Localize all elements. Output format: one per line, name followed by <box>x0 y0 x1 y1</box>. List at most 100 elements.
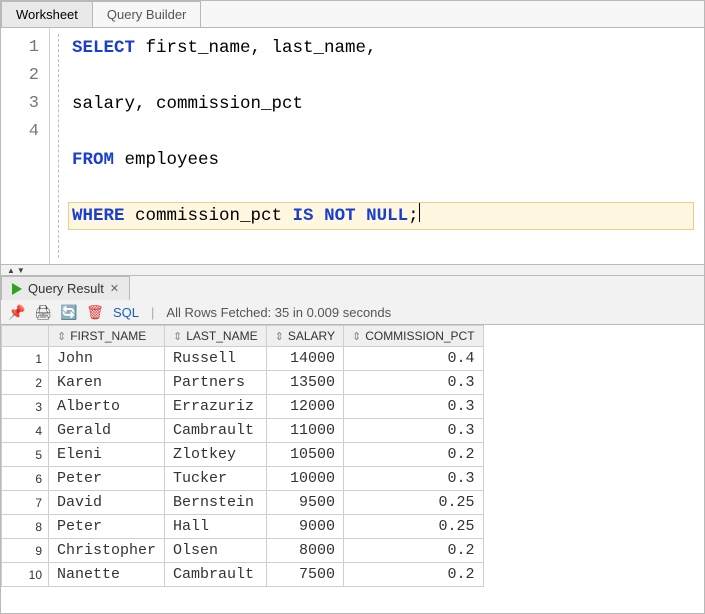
cell[interactable]: 11000 <box>266 419 343 443</box>
result-tabs: Query Result ✕ <box>1 275 704 300</box>
sql-editor[interactable]: 1234 SELECT first_name, last_name, salar… <box>1 28 704 265</box>
column-header[interactable]: ⇕SALARY <box>266 326 343 347</box>
row-number: 2 <box>2 371 49 395</box>
cell[interactable]: Olsen <box>165 539 267 563</box>
close-icon[interactable]: ✕ <box>110 282 119 295</box>
tab-query-builder[interactable]: Query Builder <box>92 1 201 27</box>
cell[interactable]: Russell <box>165 347 267 371</box>
cell[interactable]: 0.3 <box>343 395 483 419</box>
fetch-status: All Rows Fetched: 35 in 0.009 seconds <box>166 305 391 320</box>
table-row[interactable]: 9ChristopherOlsen80000.2 <box>2 539 484 563</box>
code-area[interactable]: SELECT first_name, last_name, salary, co… <box>50 34 704 258</box>
cell[interactable]: Partners <box>165 371 267 395</box>
refresh-icon[interactable]: 🔄 <box>61 304 77 320</box>
cell[interactable]: Cambrault <box>165 419 267 443</box>
code-line[interactable]: FROM employees <box>68 146 694 174</box>
table-row[interactable]: 3AlbertoErrazuriz120000.3 <box>2 395 484 419</box>
row-number: 6 <box>2 467 49 491</box>
line-number: 1 <box>1 34 43 62</box>
text-cursor <box>419 203 421 222</box>
cell[interactable]: 14000 <box>266 347 343 371</box>
splitter-handle-icon: ▲▼ <box>7 266 27 275</box>
result-toolbar: 📌 🖨 🔄 🗑 SQL | All Rows Fetched: 35 in 0.… <box>1 300 704 325</box>
cell[interactable]: 0.2 <box>343 443 483 467</box>
row-number: 7 <box>2 491 49 515</box>
code-line[interactable]: salary, commission_pct <box>68 90 694 118</box>
cell[interactable]: Peter <box>49 467 165 491</box>
cell[interactable]: 9000 <box>266 515 343 539</box>
tab-query-result[interactable]: Query Result ✕ <box>1 276 130 300</box>
cell[interactable]: Peter <box>49 515 165 539</box>
cell[interactable]: 0.3 <box>343 467 483 491</box>
tab-worksheet[interactable]: Worksheet <box>1 1 93 27</box>
cell[interactable]: Gerald <box>49 419 165 443</box>
column-header[interactable]: ⇕FIRST_NAME <box>49 326 165 347</box>
table-row[interactable]: 10NanetteCambrault75000.2 <box>2 563 484 587</box>
rownum-header <box>2 326 49 347</box>
cell[interactable]: Hall <box>165 515 267 539</box>
cell[interactable]: Christopher <box>49 539 165 563</box>
sort-icon: ⇕ <box>57 330 66 343</box>
table-row[interactable]: 1JohnRussell140000.4 <box>2 347 484 371</box>
row-number: 10 <box>2 563 49 587</box>
cell[interactable]: David <box>49 491 165 515</box>
toolbar-separator: | <box>151 305 154 320</box>
cell[interactable]: 10000 <box>266 467 343 491</box>
sort-icon: ⇕ <box>173 330 182 343</box>
table-row[interactable]: 5EleniZlotkey105000.2 <box>2 443 484 467</box>
cell[interactable]: 12000 <box>266 395 343 419</box>
row-number: 4 <box>2 419 49 443</box>
cell[interactable]: 0.3 <box>343 371 483 395</box>
line-number: 2 <box>1 62 43 90</box>
cell[interactable]: Errazuriz <box>165 395 267 419</box>
margin-line <box>58 34 59 258</box>
cell[interactable]: 10500 <box>266 443 343 467</box>
sort-icon: ⇕ <box>352 330 361 343</box>
line-number: 4 <box>1 118 43 146</box>
cell[interactable]: Bernstein <box>165 491 267 515</box>
cell[interactable]: Alberto <box>49 395 165 419</box>
cell[interactable]: Nanette <box>49 563 165 587</box>
result-tab-label: Query Result <box>28 281 104 296</box>
sql-link[interactable]: SQL <box>113 305 139 320</box>
code-line[interactable]: SELECT first_name, last_name, <box>68 34 694 62</box>
row-number: 9 <box>2 539 49 563</box>
cell[interactable]: 0.25 <box>343 515 483 539</box>
table-row[interactable]: 6PeterTucker100000.3 <box>2 467 484 491</box>
row-number: 1 <box>2 347 49 371</box>
code-line[interactable]: WHERE commission_pct IS NOT NULL; <box>68 202 694 230</box>
cell[interactable]: Tucker <box>165 467 267 491</box>
table-row[interactable]: 4GeraldCambrault110000.3 <box>2 419 484 443</box>
line-number: 3 <box>1 90 43 118</box>
app-window: Worksheet Query Builder 1234 SELECT firs… <box>0 0 705 614</box>
cell[interactable]: 0.2 <box>343 539 483 563</box>
print-icon[interactable]: 🖨 <box>35 304 51 320</box>
cell[interactable]: 0.3 <box>343 419 483 443</box>
pane-splitter[interactable]: ▲▼ <box>1 265 704 275</box>
play-icon <box>12 283 22 295</box>
row-number: 8 <box>2 515 49 539</box>
pin-icon[interactable]: 📌 <box>9 304 25 320</box>
column-header[interactable]: ⇕LAST_NAME <box>165 326 267 347</box>
table-row[interactable]: 7DavidBernstein95000.25 <box>2 491 484 515</box>
cell[interactable]: Zlotkey <box>165 443 267 467</box>
cell[interactable]: Eleni <box>49 443 165 467</box>
cell[interactable]: 13500 <box>266 371 343 395</box>
result-grid-wrap[interactable]: ⇕FIRST_NAME⇕LAST_NAME⇕SALARY⇕COMMISSION_… <box>1 325 704 613</box>
cell[interactable]: 0.25 <box>343 491 483 515</box>
cell[interactable]: 0.2 <box>343 563 483 587</box>
column-header[interactable]: ⇕COMMISSION_PCT <box>343 326 483 347</box>
table-row[interactable]: 2KarenPartners135000.3 <box>2 371 484 395</box>
cell[interactable]: John <box>49 347 165 371</box>
row-number: 5 <box>2 443 49 467</box>
cancel-icon[interactable]: 🗑 <box>87 304 103 320</box>
cell[interactable]: Cambrault <box>165 563 267 587</box>
cell[interactable]: 8000 <box>266 539 343 563</box>
cell[interactable]: 9500 <box>266 491 343 515</box>
cell[interactable]: 7500 <box>266 563 343 587</box>
sort-icon: ⇕ <box>275 330 284 343</box>
result-grid[interactable]: ⇕FIRST_NAME⇕LAST_NAME⇕SALARY⇕COMMISSION_… <box>1 325 484 587</box>
cell[interactable]: Karen <box>49 371 165 395</box>
table-row[interactable]: 8PeterHall90000.25 <box>2 515 484 539</box>
cell[interactable]: 0.4 <box>343 347 483 371</box>
